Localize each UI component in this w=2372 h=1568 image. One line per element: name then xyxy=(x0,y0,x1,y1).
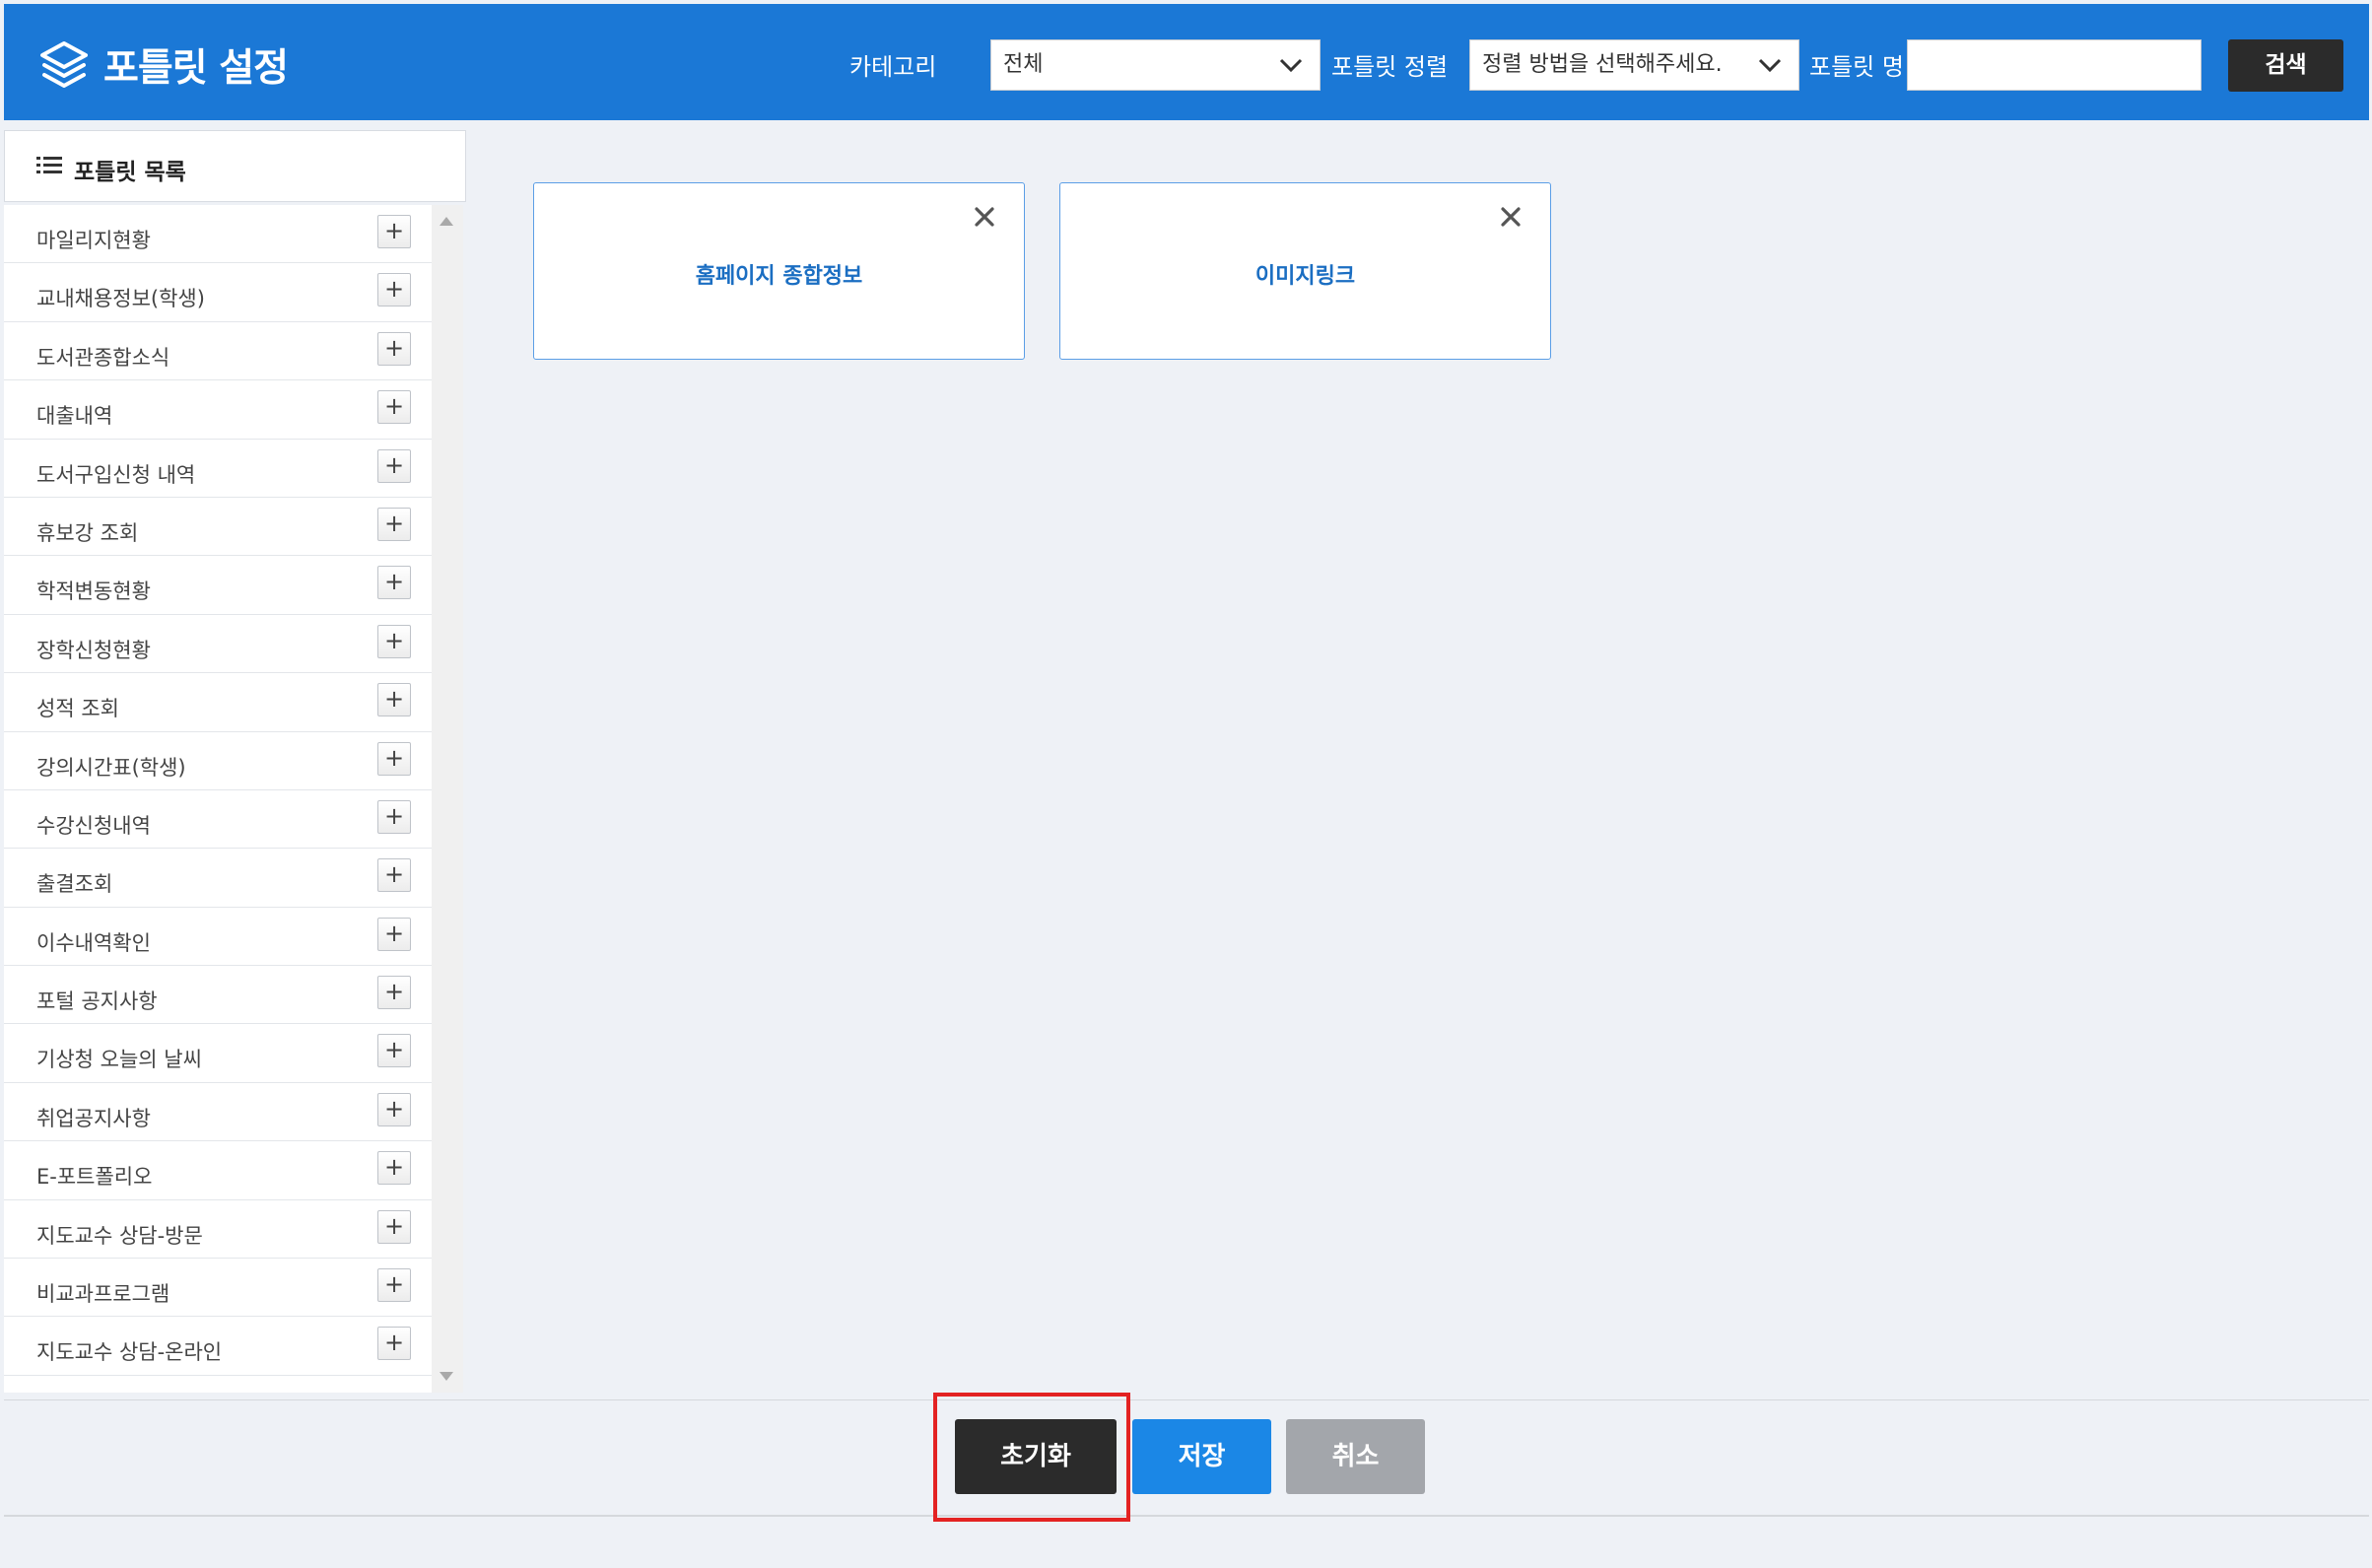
add-button[interactable]: + xyxy=(377,566,411,600)
list-item: 도서관종합소식 + xyxy=(4,322,432,381)
sort-select-value: 정렬 방법을 선택해주세요. xyxy=(1482,52,1723,77)
add-button[interactable]: + xyxy=(377,1092,411,1126)
item-label: E-포트폴리오 xyxy=(36,1165,153,1190)
search-button[interactable]: 검색 xyxy=(2228,39,2343,92)
list-item: 출결조회 + xyxy=(4,849,432,908)
item-label: 포털 공지사항 xyxy=(36,989,158,1014)
close-icon[interactable] xyxy=(973,205,996,229)
page-title: 포틀릿 설정 xyxy=(103,46,289,91)
add-button[interactable]: + xyxy=(377,741,411,776)
portlet-name-input[interactable] xyxy=(1907,39,2202,91)
portlet-card[interactable]: 홈페이지 종합정보 xyxy=(533,182,1025,360)
list-scrollbar[interactable] xyxy=(432,205,463,1393)
layers-icon xyxy=(40,41,88,88)
portlet-card-title: 홈페이지 종합정보 xyxy=(695,264,863,289)
item-label: 출결조회 xyxy=(36,872,113,897)
item-label: 비교과프로그램 xyxy=(36,1282,170,1307)
portlet-card[interactable]: 이미지링크 xyxy=(1059,182,1551,360)
list-item: 학적변동현황 + xyxy=(4,556,432,615)
add-button[interactable]: + xyxy=(377,507,411,541)
add-button[interactable]: + xyxy=(377,215,411,248)
list-item: 성적 조회 + xyxy=(4,673,432,732)
chevron-down-icon xyxy=(1758,58,1782,73)
item-label: 지도교수 상담-방문 xyxy=(36,1223,203,1248)
category-select[interactable]: 전체 xyxy=(990,39,1321,91)
add-button[interactable]: + xyxy=(377,331,411,366)
add-button[interactable]: + xyxy=(377,273,411,307)
category-label: 카테고리 xyxy=(849,53,937,81)
list-item: 장학신청현황 + xyxy=(4,615,432,674)
list-item: 강의시간표(학생) + xyxy=(4,732,432,790)
category-select-value: 전체 xyxy=(1003,52,1044,77)
close-icon[interactable] xyxy=(1499,205,1523,229)
add-button[interactable]: + xyxy=(377,683,411,717)
list-item: 도서구입신청 내역 + xyxy=(4,440,432,498)
list-item: 포털 공지사항 + xyxy=(4,966,432,1025)
highlight-box xyxy=(933,1393,1130,1522)
add-button[interactable]: + xyxy=(377,976,411,1010)
item-label: 장학신청현황 xyxy=(36,638,151,662)
add-button[interactable]: + xyxy=(377,448,411,483)
item-label: 기상청 오늘의 날씨 xyxy=(36,1048,202,1072)
item-label: 수강신청내역 xyxy=(36,813,151,838)
save-button[interactable]: 저장 xyxy=(1132,1419,1271,1494)
scroll-up-arrow-icon[interactable] xyxy=(440,217,453,226)
portlet-list-header: 포틀릿 목록 xyxy=(4,130,466,202)
item-label: 학적변동현황 xyxy=(36,579,151,604)
list-item: 기상청 오늘의 날씨 + xyxy=(4,1024,432,1083)
list-item: 마일리지현황 + xyxy=(4,205,432,264)
add-button[interactable]: + xyxy=(377,917,411,951)
portlet-card-title: 이미지링크 xyxy=(1254,264,1356,289)
list-item: 수강신청내역 + xyxy=(4,790,432,850)
sort-select[interactable]: 정렬 방법을 선택해주세요. xyxy=(1469,39,1799,91)
add-button[interactable]: + xyxy=(377,1151,411,1186)
item-label: 강의시간표(학생) xyxy=(36,755,186,780)
add-button[interactable]: + xyxy=(377,799,411,834)
portlet-list: 마일리지현황 + 교내채용정보(학생) + 도서관종합소식 + 대출내역 + 도서구입신… xyxy=(4,205,432,1393)
portlet-list-title: 포틀릿 목록 xyxy=(74,160,186,185)
cancel-button[interactable]: 취소 xyxy=(1286,1419,1425,1494)
scroll-down-arrow-icon[interactable] xyxy=(440,1372,453,1381)
list-item: 이수내역확인 + xyxy=(4,908,432,967)
list-item: 대출내역 + xyxy=(4,380,432,440)
item-label: 도서관종합소식 xyxy=(36,345,170,370)
add-button[interactable]: + xyxy=(377,390,411,425)
list-item: 비교과프로그램 + xyxy=(4,1259,432,1318)
item-label: 지도교수 상담-온라인 xyxy=(36,1340,223,1365)
add-button[interactable]: + xyxy=(377,1034,411,1068)
item-label: 교내채용정보(학생) xyxy=(36,287,205,311)
list-item: 휴보강 조회 + xyxy=(4,498,432,557)
add-button[interactable]: + xyxy=(377,858,411,893)
list-item: E-포트폴리오 + xyxy=(4,1141,432,1200)
item-label: 취업공지사항 xyxy=(36,1106,151,1130)
item-label: 도서구입신청 내역 xyxy=(36,462,196,487)
list-item: 지도교수 상담-방문 + xyxy=(4,1200,432,1260)
app-logo: 포틀릿 설정 xyxy=(36,37,289,93)
item-label: 휴보강 조회 xyxy=(36,520,139,545)
list-item: 교내채용정보(학생) + xyxy=(4,263,432,322)
add-button[interactable]: + xyxy=(377,624,411,658)
list-icon xyxy=(36,157,62,173)
sort-label: 포틀릿 정렬 xyxy=(1331,53,1449,81)
add-button[interactable]: + xyxy=(377,1327,411,1361)
portlet-name-label: 포틀릿 명 xyxy=(1809,53,1904,81)
item-label: 마일리지현황 xyxy=(36,229,151,252)
item-label: 성적 조회 xyxy=(36,697,119,721)
item-label: 이수내역확인 xyxy=(36,930,151,955)
list-item: 취업공지사항 + xyxy=(4,1083,432,1142)
item-label: 대출내역 xyxy=(36,404,113,429)
chevron-down-icon xyxy=(1279,58,1303,73)
list-item: 지도교수 상담-온라인 + xyxy=(4,1317,432,1376)
top-bar: 포틀릿 설정 카테고리 전체 포틀릿 정렬 정렬 방법을 선택해주세요. 포틀릿… xyxy=(4,4,2369,120)
add-button[interactable]: + xyxy=(377,1268,411,1303)
add-button[interactable]: + xyxy=(377,1209,411,1244)
